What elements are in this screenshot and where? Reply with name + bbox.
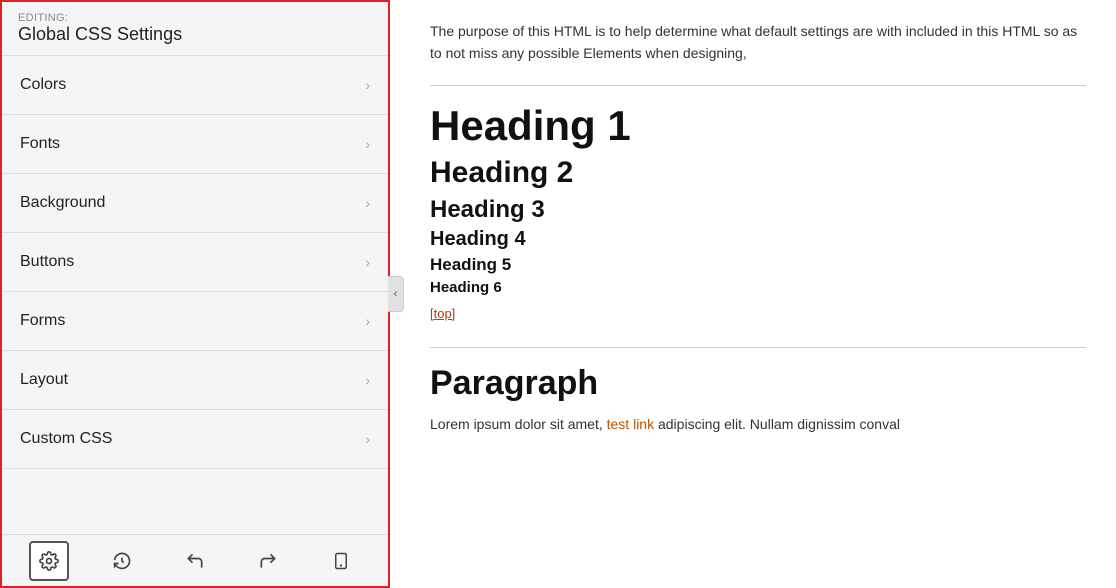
chevron-right-icon-background: ›	[365, 195, 370, 211]
heading3: Heading 3	[430, 196, 1086, 224]
heading5: Heading 5	[430, 255, 1086, 275]
paragraph-before-link: Lorem ipsum dolor sit amet,	[430, 416, 607, 432]
paragraph-heading: Paragraph	[430, 364, 1086, 403]
heading6: Heading 6	[430, 279, 1086, 296]
settings-button[interactable]	[29, 541, 69, 581]
sidebar: EDITING: Global CSS Settings Colors › Fo…	[0, 0, 390, 588]
mobile-button[interactable]	[321, 541, 361, 581]
paragraph-after-link: adipiscing elit. Nullam dignissim conval	[654, 416, 900, 432]
paragraph-text: Lorem ipsum dolor sit amet, test link ad…	[430, 413, 1086, 437]
chevron-right-icon-buttons: ›	[365, 254, 370, 270]
sidebar-item-label-layout: Layout	[20, 371, 68, 389]
sidebar-collapse-toggle[interactable]: ‹	[388, 276, 404, 312]
test-link[interactable]: test link	[607, 416, 654, 432]
undo-button[interactable]	[175, 541, 215, 581]
history-button[interactable]	[102, 541, 142, 581]
main-content: The purpose of this HTML is to help dete…	[390, 0, 1116, 588]
sidebar-item-label-background: Background	[20, 194, 105, 212]
sidebar-item-label-buttons: Buttons	[20, 253, 74, 271]
sidebar-item-fonts[interactable]: Fonts ›	[2, 115, 388, 174]
sidebar-item-label-forms: Forms	[20, 312, 65, 330]
intro-text: The purpose of this HTML is to help dete…	[430, 20, 1086, 65]
sidebar-item-label-fonts: Fonts	[20, 135, 60, 153]
redo-button[interactable]	[248, 541, 288, 581]
top-link[interactable]: [top]	[430, 306, 455, 321]
heading4: Heading 4	[430, 228, 1086, 251]
sidebar-item-background[interactable]: Background ›	[2, 174, 388, 233]
sidebar-item-custom-css[interactable]: Custom CSS ›	[2, 410, 388, 469]
sidebar-toolbar	[2, 534, 388, 586]
chevron-right-icon-layout: ›	[365, 372, 370, 388]
sidebar-item-buttons[interactable]: Buttons ›	[2, 233, 388, 292]
sidebar-header: EDITING: Global CSS Settings	[2, 2, 388, 56]
sidebar-title: Global CSS Settings	[18, 24, 182, 44]
sidebar-item-colors[interactable]: Colors ›	[2, 56, 388, 115]
sidebar-item-label-custom-css: Custom CSS	[20, 430, 112, 448]
chevron-right-icon-colors: ›	[365, 77, 370, 93]
sidebar-item-label-colors: Colors	[20, 76, 66, 94]
editing-label: EDITING:	[18, 12, 372, 24]
chevron-right-icon-fonts: ›	[365, 136, 370, 152]
sidebar-item-layout[interactable]: Layout ›	[2, 351, 388, 410]
sidebar-menu: Colors › Fonts › Background › Buttons › …	[2, 56, 388, 534]
divider-paragraph	[430, 347, 1086, 348]
divider-top	[430, 85, 1086, 86]
heading2: Heading 2	[430, 156, 1086, 190]
chevron-right-icon-forms: ›	[365, 313, 370, 329]
heading1: Heading 1	[430, 102, 1086, 150]
chevron-left-icon: ‹	[394, 288, 398, 300]
sidebar-item-forms[interactable]: Forms ›	[2, 292, 388, 351]
chevron-right-icon-custom-css: ›	[365, 431, 370, 447]
